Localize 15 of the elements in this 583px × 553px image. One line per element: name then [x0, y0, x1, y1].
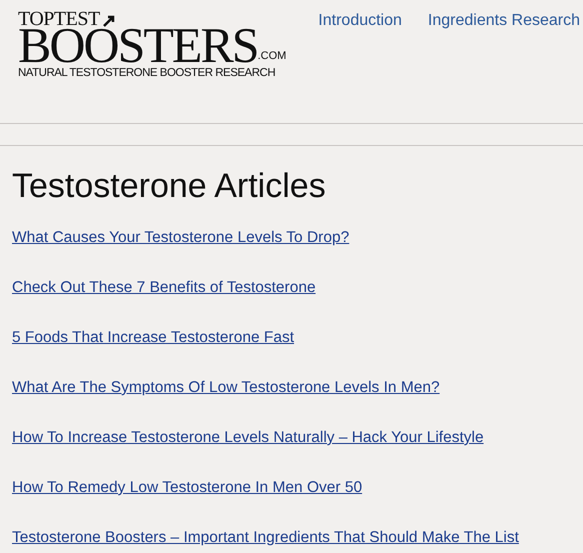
- article-link[interactable]: 5 Foods That Increase Testosterone Fast: [12, 328, 294, 347]
- nav-link[interactable]: Ingredients Research: [428, 12, 580, 30]
- article-link[interactable]: Check Out These 7 Benefits of Testosterone: [12, 278, 316, 297]
- article-link[interactable]: What Are The Symptoms Of Low Testosterone Levels In Men?: [12, 378, 440, 397]
- page-heading: Testosterone Articles: [12, 166, 327, 206]
- logo-top-text: TOPTEST: [18, 10, 100, 28]
- nav-link[interactable]: Introduction: [318, 12, 402, 30]
- logo-suffix-text: .COM: [258, 50, 286, 62]
- logo-main-text: BOOSTERS: [18, 26, 258, 64]
- article-link[interactable]: Testosterone Boosters – Important Ingredients That Should Make The List: [12, 528, 519, 547]
- article-link[interactable]: How To Remedy Low Testosterone In Men Over 50: [12, 478, 362, 497]
- article-link[interactable]: How To Increase Testosterone Levels Naturally – Hack Your Lifestyle: [12, 428, 484, 447]
- logo-tagline: NATURAL TESTOSTERONE BOOSTER RESEARCH: [18, 66, 276, 80]
- male-arrow-icon: [102, 14, 116, 28]
- article-link[interactable]: What Causes Your Testosterone Levels To Drop?: [12, 228, 350, 247]
